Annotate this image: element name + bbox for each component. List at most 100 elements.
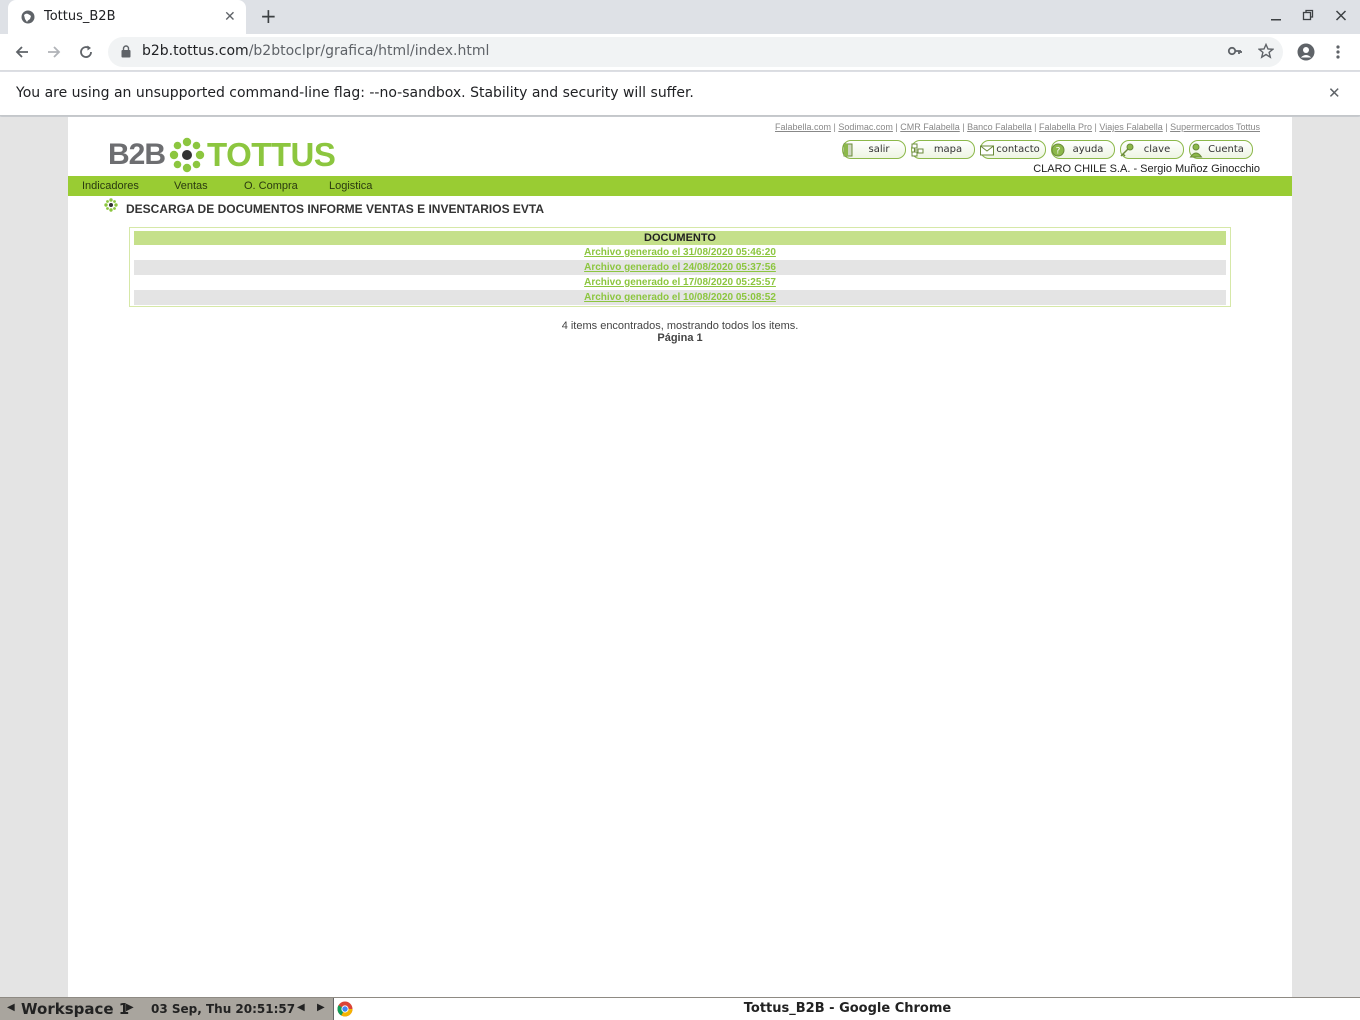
document-download-link[interactable]: Archivo generado el 10/08/2020 05:08:52 xyxy=(584,292,776,303)
window-prev-icon[interactable]: ◀ xyxy=(297,1002,305,1013)
lock-icon[interactable] xyxy=(121,45,131,58)
logo-tottus-text: TOTTUS xyxy=(207,136,336,173)
main-menu-bar: Indicadores Ventas O. Compra Logistica xyxy=(68,176,1292,196)
tab-strip: Tottus_B2B ✕ + xyxy=(0,0,1360,34)
sitemap-icon xyxy=(911,143,924,157)
browser-toolbar: b2b.tottus.com/b2btoclpr/grafica/html/in… xyxy=(0,34,1360,71)
desktop-taskbar: ◀ Workspace 1 ▶ 03 Sep, Thu 20:51:57 ◀ ▶… xyxy=(0,997,1360,1020)
documents-table: DOCUMENTO Archivo generado el 31/08/2020… xyxy=(134,231,1226,305)
mapa-button[interactable]: mapa xyxy=(911,140,975,159)
warning-infobar: You are using an unsupported command-lin… xyxy=(0,72,1360,116)
link-banco[interactable]: Banco Falabella xyxy=(967,122,1032,132)
page-title: DESCARGA DE DOCUMENTOS INFORME VENTAS E … xyxy=(126,202,545,216)
forward-button[interactable] xyxy=(41,39,67,65)
document-download-link[interactable]: Archivo generado el 24/08/2020 05:37:56 xyxy=(584,262,776,273)
back-button[interactable] xyxy=(9,39,35,65)
documents-table-container: DOCUMENTO Archivo generado el 31/08/2020… xyxy=(129,227,1231,307)
bookmark-star-icon[interactable] xyxy=(1258,43,1274,59)
back-arrow-icon xyxy=(15,46,28,58)
table-row: Archivo generado el 24/08/2020 05:37:56 xyxy=(134,260,1226,275)
ayuda-button[interactable]: ? ayuda xyxy=(1051,140,1115,159)
column-header-documento: DOCUMENTO xyxy=(134,231,1226,245)
url-text[interactable]: b2b.tottus.com/b2btoclpr/grafica/html/in… xyxy=(142,43,489,59)
envelope-icon xyxy=(980,145,994,156)
workspace-name[interactable]: Workspace 1 xyxy=(21,1000,129,1018)
new-tab-button[interactable]: + xyxy=(260,5,277,27)
table-row: Archivo generado el 10/08/2020 05:08:52 xyxy=(134,290,1226,305)
reload-button[interactable] xyxy=(73,39,99,65)
globe-icon xyxy=(21,10,35,24)
cuenta-button[interactable]: Cuenta xyxy=(1189,140,1253,159)
cuenta-label: Cuenta xyxy=(1208,144,1244,155)
infobar-close-icon[interactable]: ✕ xyxy=(1328,84,1341,102)
table-cell: Archivo generado el 10/08/2020 05:08:52 xyxy=(134,290,1226,305)
window-next-icon[interactable]: ▶ xyxy=(317,1002,325,1013)
help-icon: ? xyxy=(1051,143,1065,157)
link-separator: | xyxy=(1031,122,1040,132)
link-cmr[interactable]: CMR Falabella xyxy=(900,122,960,132)
browser-tab[interactable]: Tottus_B2B ✕ xyxy=(8,0,246,34)
url-host: b2b.tottus.com xyxy=(142,43,249,59)
menu-logistica[interactable]: Logistica xyxy=(329,180,372,192)
address-bar[interactable]: b2b.tottus.com/b2btoclpr/grafica/html/in… xyxy=(108,37,1283,67)
workspace-next-icon[interactable]: ▶ xyxy=(126,1002,134,1013)
menu-button[interactable] xyxy=(1325,39,1351,65)
key-icon[interactable] xyxy=(1227,43,1243,59)
close-window-icon[interactable] xyxy=(1335,7,1347,27)
table-cell: Archivo generado el 31/08/2020 05:46:20 xyxy=(134,245,1226,260)
menu-o-compra[interactable]: O. Compra xyxy=(244,180,298,192)
table-cell: Archivo generado el 17/08/2020 05:25:57 xyxy=(134,275,1226,290)
link-viajes[interactable]: Viajes Falabella xyxy=(1099,122,1162,132)
clock: 03 Sep, Thu 20:51:57 xyxy=(151,1002,296,1016)
workspace-panel: ◀ Workspace 1 ▶ 03 Sep, Thu 20:51:57 ◀ ▶ xyxy=(0,998,333,1020)
url-path: /b2btoclpr/grafica/html/index.html xyxy=(248,43,490,59)
user-company-label: CLARO CHILE S.A. - Sergio Muñoz Ginocchi… xyxy=(1033,163,1260,175)
exit-door-icon xyxy=(843,143,853,157)
site-logo[interactable]: B2B TOTTUS xyxy=(108,136,336,173)
user-icon xyxy=(1189,143,1203,158)
taskbar-window-item[interactable]: Tottus_B2B - Google Chrome xyxy=(333,998,1360,1020)
svg-text:?: ? xyxy=(1056,147,1061,157)
menu-ventas[interactable]: Ventas xyxy=(174,180,208,192)
table-header-row: DOCUMENTO xyxy=(134,231,1226,245)
key-icon xyxy=(1120,143,1134,157)
minimize-icon[interactable] xyxy=(1270,7,1282,27)
items-found-text: 4 items encontrados, mostrando todos los… xyxy=(561,320,799,332)
kebab-menu-icon xyxy=(1336,45,1340,59)
menu-indicadores[interactable]: Indicadores xyxy=(82,180,139,192)
forward-arrow-icon xyxy=(48,46,61,58)
partner-links: Falabella.com | Sodimac.com | CMR Falabe… xyxy=(775,122,1260,132)
account-circle-icon xyxy=(1297,43,1315,61)
mapa-label: mapa xyxy=(933,144,963,155)
link-separator: | xyxy=(1162,122,1171,132)
link-falabella[interactable]: Falabella.com xyxy=(775,122,831,132)
table-row: Archivo generado el 17/08/2020 05:25:57 xyxy=(134,275,1226,290)
flower-bullet-icon xyxy=(104,198,118,212)
link-sodimac[interactable]: Sodimac.com xyxy=(838,122,893,132)
pagination-label: Página 1 xyxy=(657,332,703,344)
logo-b2b-text: B2B xyxy=(108,138,166,171)
table-row: Archivo generado el 31/08/2020 05:46:20 xyxy=(134,245,1226,260)
restore-icon[interactable] xyxy=(1302,7,1314,27)
page-viewport: Falabella.com | Sodimac.com | CMR Falabe… xyxy=(0,117,1360,997)
clave-button[interactable]: clave xyxy=(1120,140,1184,159)
infobar-message: You are using an unsupported command-lin… xyxy=(16,85,694,101)
link-supermercados[interactable]: Supermercados Tottus xyxy=(1170,122,1260,132)
ayuda-label: ayuda xyxy=(1072,144,1104,155)
contacto-button[interactable]: contacto xyxy=(980,140,1046,159)
document-download-link[interactable]: Archivo generado el 17/08/2020 05:25:57 xyxy=(584,277,776,288)
salir-label: salir xyxy=(868,144,890,155)
workspace-prev-icon[interactable]: ◀ xyxy=(7,1002,15,1013)
header-buttons: salir mapa contacto ? ayuda clave Cuenta xyxy=(842,140,1253,160)
profile-button[interactable] xyxy=(1293,39,1319,65)
link-falabella-pro[interactable]: Falabella Pro xyxy=(1039,122,1092,132)
tab-close-icon[interactable]: ✕ xyxy=(224,9,236,25)
taskbar-window-title: Tottus_B2B - Google Chrome xyxy=(743,1001,952,1016)
document-download-link[interactable]: Archivo generado el 31/08/2020 05:46:20 xyxy=(584,247,776,258)
salir-button[interactable]: salir xyxy=(842,140,906,159)
tab-title: Tottus_B2B xyxy=(44,9,116,24)
reload-icon xyxy=(80,45,92,58)
page-container: Falabella.com | Sodimac.com | CMR Falabe… xyxy=(68,117,1292,997)
table-cell: Archivo generado el 24/08/2020 05:37:56 xyxy=(134,260,1226,275)
flower-logo-icon xyxy=(169,137,205,173)
